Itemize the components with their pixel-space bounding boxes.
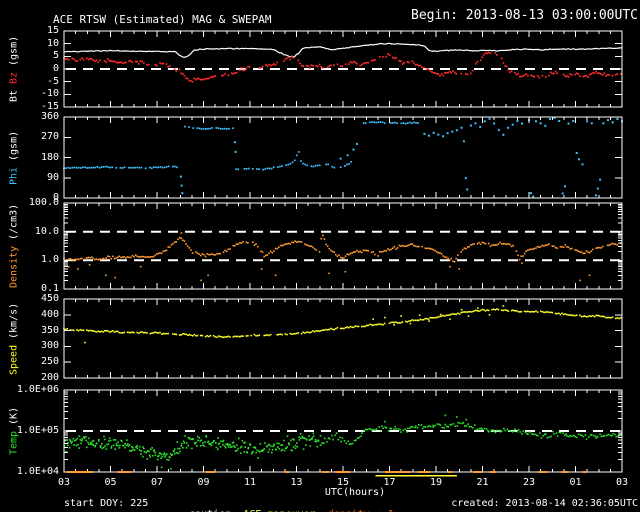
x-tick-label: 23: [522, 477, 536, 488]
x-tick-label: 11: [243, 477, 257, 488]
ace-rtsw-plot-screen: ACE RTSW (Estimated) MAG & SWEPAM Begin:…: [0, 0, 640, 512]
x-tick-label: 07: [150, 477, 164, 488]
x-tick-label: 05: [104, 477, 117, 488]
x-tick-label: 03: [615, 477, 629, 488]
start-doy-label: start DOY: 225: [64, 498, 149, 509]
x-axis-title: UTC(hours): [324, 487, 386, 498]
y-axis-title-density: Density (/cm3): [8, 203, 20, 289]
x-tick-label: 19: [429, 477, 443, 488]
x-tick-label: 13: [290, 477, 303, 488]
x-tick-label: 09: [197, 477, 210, 488]
plot-canvas: [63, 30, 623, 477]
y-axis-title-temp: Temp (K): [8, 406, 20, 456]
x-tick-label: 21: [476, 477, 489, 488]
y-axis-title-mag: Bt Bz (gsm): [8, 35, 20, 103]
y-axis-title-speed: Speed (km/s): [8, 302, 20, 375]
caution-row: caution: ACE maneuver density < 1: [165, 498, 394, 512]
x-tick-label: 03: [57, 477, 71, 488]
created-timestamp: created: 2013-08-14 02:36:05UTC: [451, 498, 638, 509]
x-tick-label: 01: [569, 477, 582, 488]
